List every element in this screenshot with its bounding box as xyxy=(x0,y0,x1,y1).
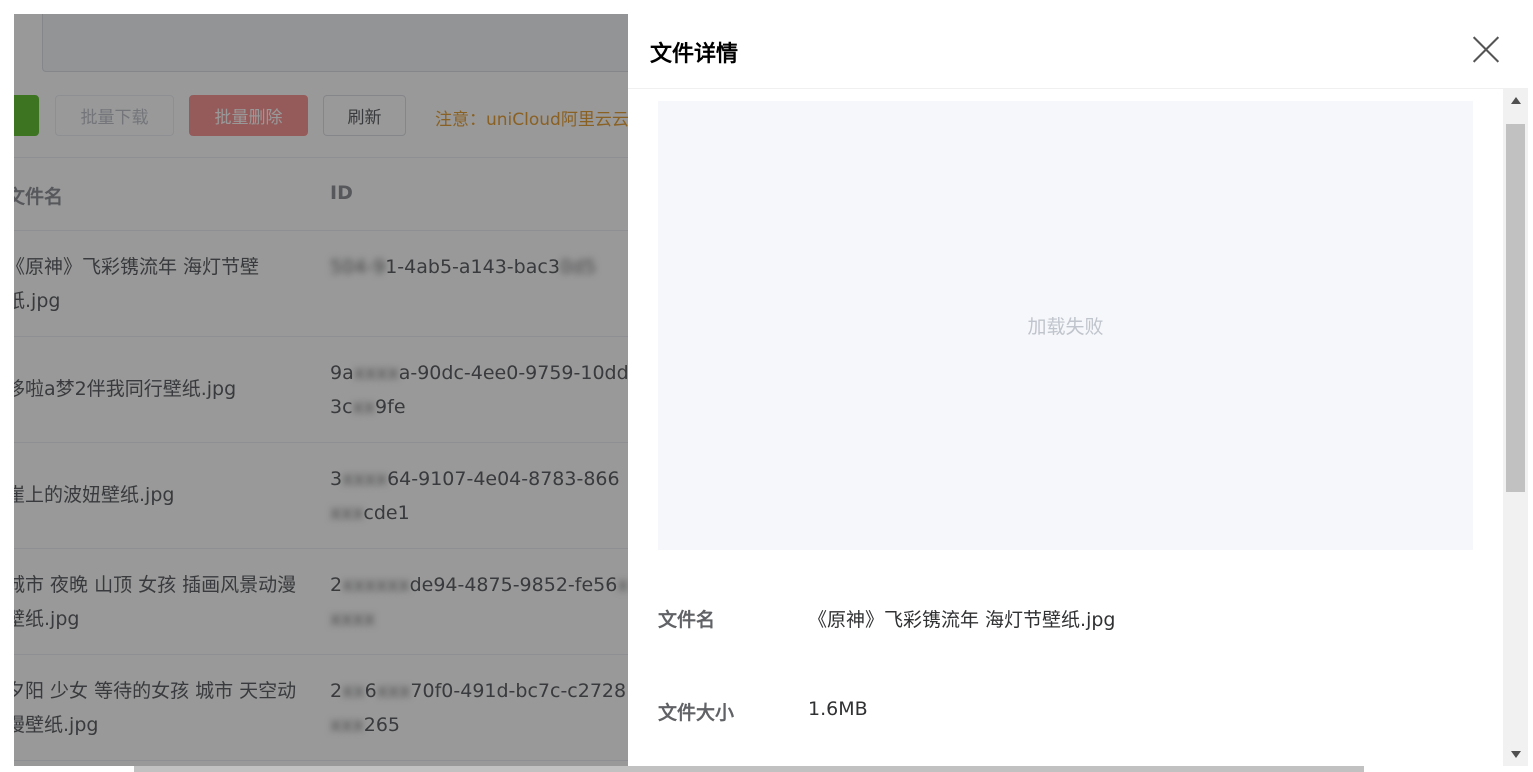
field-value: 1.6MB xyxy=(808,698,868,720)
image-preview: 加载失败 xyxy=(658,101,1473,550)
drawer-title: 文件详情 xyxy=(650,42,739,67)
field-label: 文件大小 xyxy=(658,702,735,724)
scroll-up-arrow-icon[interactable] xyxy=(1511,97,1521,104)
detail-field-filesize: 文件大小 1.6MB xyxy=(658,698,1458,738)
scroll-down-arrow-icon[interactable] xyxy=(1511,751,1521,758)
horizontal-scroll-thumb[interactable] xyxy=(134,766,1364,772)
close-icon[interactable] xyxy=(1471,35,1501,65)
app-frame: 批量下载 批量删除 刷新 注意：uniCloud阿里云云 文件名 ID 《原神》… xyxy=(14,14,1528,766)
field-label: 文件名 xyxy=(658,609,716,631)
drawer-header: 文件详情 xyxy=(628,14,1528,89)
drawer-body: 加载失败 文件名 《原神》飞彩镌流年 海灯节壁纸.jpg 文件大小 1.6MB xyxy=(628,89,1503,766)
detail-field-filename: 文件名 《原神》飞彩镌流年 海灯节壁纸.jpg xyxy=(658,605,1458,645)
field-value: 《原神》飞彩镌流年 海灯节壁纸.jpg xyxy=(808,609,1116,631)
scroll-thumb[interactable] xyxy=(1506,124,1525,492)
file-detail-drawer: 文件详情 加载失败 文件名 《原神》飞彩镌流年 海灯节壁纸.jpg 文件大小 1… xyxy=(628,14,1528,766)
load-failed-text: 加载失败 xyxy=(1027,316,1104,338)
vertical-scrollbar[interactable] xyxy=(1503,89,1528,766)
